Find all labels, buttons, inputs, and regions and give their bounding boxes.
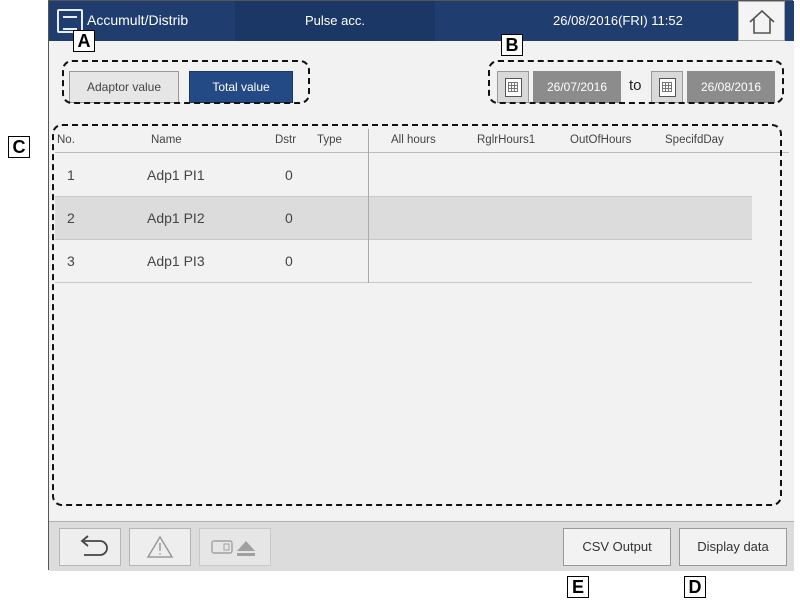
marker-d: D bbox=[684, 576, 706, 598]
home-area bbox=[721, 1, 794, 41]
region-c-outline bbox=[52, 124, 782, 506]
warning-icon bbox=[146, 535, 174, 558]
back-icon bbox=[80, 535, 108, 556]
usb-eject-icon bbox=[211, 540, 255, 556]
screen-name: Pulse acc. bbox=[235, 1, 435, 41]
csv-output-button[interactable]: CSV Output bbox=[563, 528, 671, 566]
marker-e: E bbox=[567, 576, 589, 598]
datetime-display: 26/08/2016(FRI) 11:52 bbox=[553, 13, 683, 28]
display-data-button[interactable]: Display data bbox=[679, 528, 787, 566]
home-button[interactable] bbox=[738, 1, 785, 41]
region-b-outline bbox=[488, 60, 784, 104]
marker-b: B bbox=[501, 34, 523, 56]
marker-a: A bbox=[73, 30, 95, 52]
footer-bar: CSV Output Display data bbox=[49, 521, 794, 571]
region-a-outline bbox=[62, 60, 310, 104]
marker-c: C bbox=[8, 136, 30, 158]
usb-eject-button[interactable] bbox=[199, 528, 271, 566]
datetime-area: 26/08/2016(FRI) 11:52 bbox=[435, 1, 721, 41]
header-bar: Accumult/Distrib Pulse acc. 26/08/2016(F… bbox=[49, 1, 794, 41]
warning-button[interactable] bbox=[129, 528, 191, 566]
page-title: Accumult/Distrib bbox=[87, 12, 189, 28]
home-icon bbox=[749, 9, 775, 34]
back-button[interactable] bbox=[59, 528, 121, 566]
